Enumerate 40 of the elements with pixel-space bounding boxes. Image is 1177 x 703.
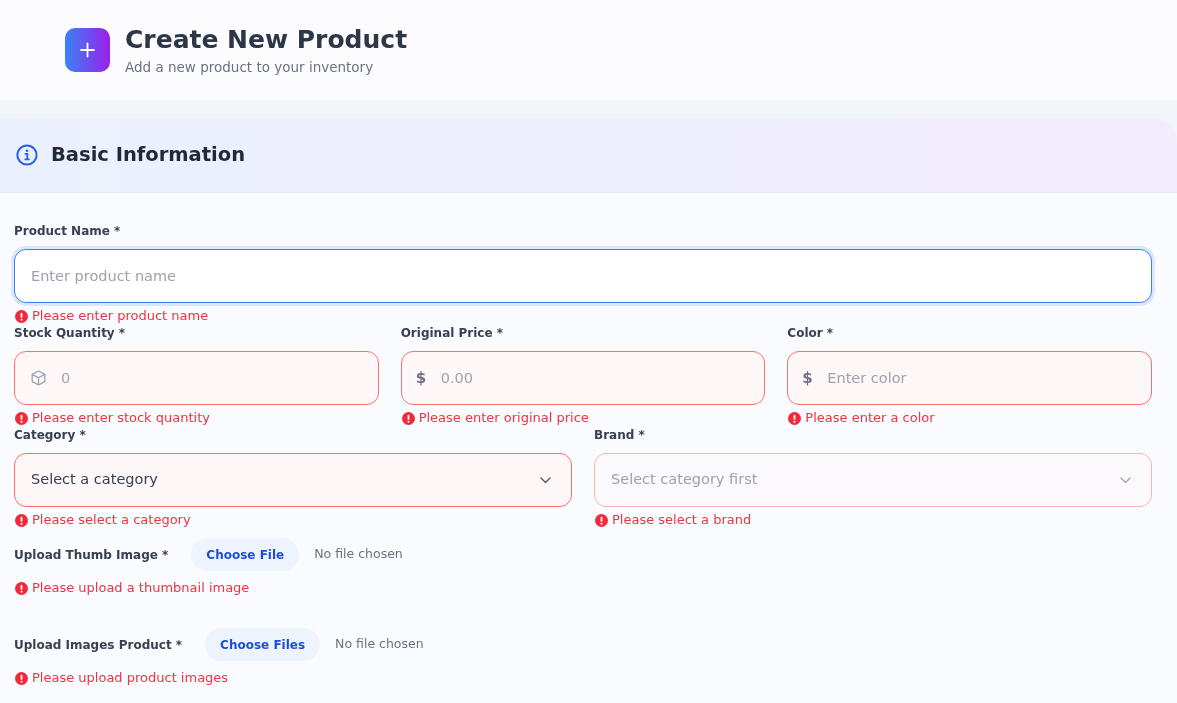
field-label: Upload Images Product * xyxy=(14,636,183,654)
field-label: Stock Quantity * xyxy=(14,325,126,342)
page-subtitle: Add a new product to your inventory xyxy=(125,57,375,76)
error-message: Please enter stock quantity xyxy=(32,410,210,426)
currency-symbol: $ xyxy=(802,369,813,387)
alert-icon xyxy=(15,513,28,527)
error-message: Please enter original price xyxy=(418,410,589,426)
input-field[interactable]: 0 xyxy=(14,351,379,405)
alert-icon xyxy=(15,581,28,595)
currency-symbol: $ xyxy=(415,369,427,387)
dropdown[interactable]: Select a category xyxy=(14,453,572,507)
error-message: Please select a brand xyxy=(612,512,752,528)
plus-icon xyxy=(65,28,110,72)
choose-file-button[interactable]: Choose File xyxy=(191,538,300,571)
error-message: Please select a category xyxy=(32,512,191,528)
file-status-text: No file chosen xyxy=(335,635,424,654)
input-field[interactable]: Enter product name xyxy=(14,249,1152,303)
field-label: Product Name * xyxy=(14,223,121,240)
alert-icon xyxy=(15,411,28,425)
error-message: Please enter product name xyxy=(32,308,209,324)
error-message: Please upload a thumbnail image xyxy=(32,580,250,596)
field-label: Brand * xyxy=(594,427,645,444)
field-label: Upload Thumb Image * xyxy=(14,546,169,564)
field-label: Category * xyxy=(14,427,86,444)
alert-icon xyxy=(401,411,415,425)
file-status-text: No file chosen xyxy=(314,545,403,564)
section-title: Basic Information xyxy=(51,143,246,167)
chevron-down-icon xyxy=(540,476,551,484)
page-title: Create New Product xyxy=(125,24,408,55)
field-label: Color * xyxy=(787,325,834,342)
alert-icon xyxy=(788,411,802,425)
error-message: Please upload product images xyxy=(32,670,229,686)
chevron-down-icon xyxy=(1120,476,1131,484)
alert-icon xyxy=(15,309,28,323)
alert-icon xyxy=(15,671,28,685)
error-message: Please enter a color xyxy=(805,410,935,426)
choose-file-button[interactable]: Choose Files xyxy=(205,628,321,661)
field-label: Original Price * xyxy=(400,325,504,342)
alert-icon xyxy=(595,513,608,527)
info-icon xyxy=(16,144,38,166)
